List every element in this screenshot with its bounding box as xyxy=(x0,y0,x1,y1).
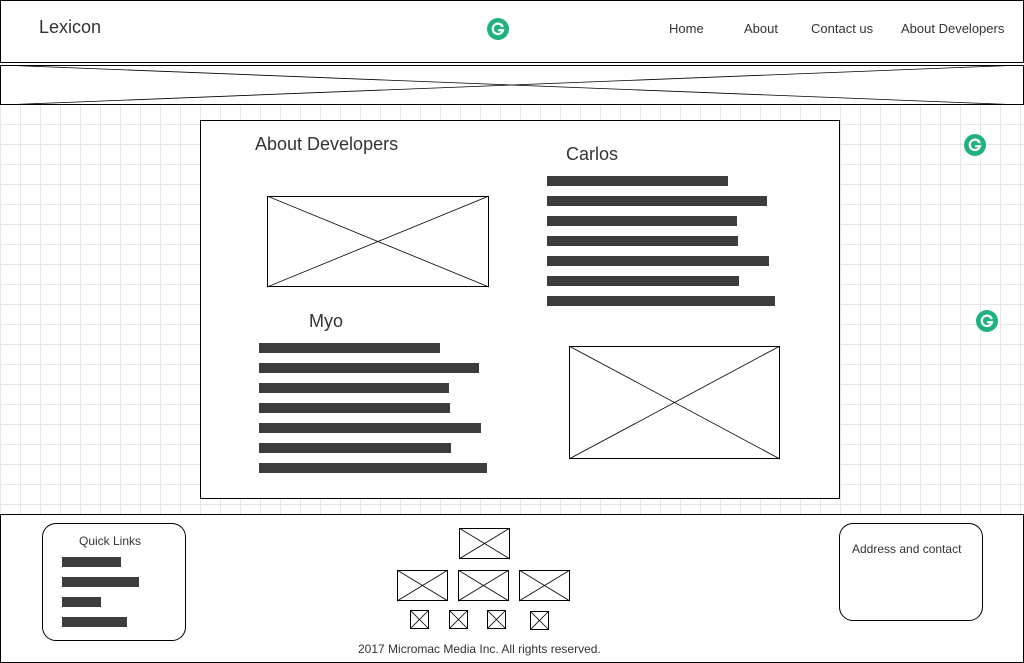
text-line xyxy=(547,176,728,186)
nav-contact-us[interactable]: Contact us xyxy=(811,21,873,36)
image-placeholder-icon[interactable] xyxy=(449,610,469,630)
text-line xyxy=(259,403,450,413)
text-line xyxy=(259,343,440,353)
carlos-photo-image-placeholder-icon xyxy=(267,196,490,288)
quick-links-card: Quick Links xyxy=(42,523,186,641)
image-placeholder-icon[interactable] xyxy=(519,570,571,602)
text-line xyxy=(547,296,775,306)
grammarly-icon[interactable] xyxy=(976,310,998,332)
myo-photo-image-placeholder-icon xyxy=(569,346,781,460)
address-contact-title: Address and contact xyxy=(852,542,962,556)
text-line xyxy=(547,236,738,246)
text-line xyxy=(259,423,481,433)
grammarly-icon[interactable] xyxy=(964,134,986,156)
image-placeholder-icon[interactable] xyxy=(397,570,449,602)
image-placeholder-icon[interactable] xyxy=(459,528,511,560)
text-line xyxy=(547,256,769,266)
text-line xyxy=(259,463,487,473)
quick-link[interactable] xyxy=(62,597,101,607)
nav-about-developers[interactable]: About Developers xyxy=(901,21,1004,36)
text-line xyxy=(259,443,451,453)
address-contact-card: Address and contact xyxy=(839,523,983,621)
text-line xyxy=(547,216,737,226)
image-placeholder-icon[interactable] xyxy=(530,611,550,631)
quick-links-title: Quick Links xyxy=(79,534,142,548)
copyright-text: 2017 Micromac Media Inc. All rights rese… xyxy=(358,642,601,656)
text-line xyxy=(547,276,739,286)
site-logo[interactable]: Lexicon xyxy=(39,17,101,38)
developers-panel: About Developers Carlos Myo xyxy=(200,120,840,499)
grammarly-icon[interactable] xyxy=(487,18,509,40)
quick-link[interactable] xyxy=(62,617,127,627)
text-line xyxy=(547,196,767,206)
image-placeholder-icon[interactable] xyxy=(410,610,430,630)
page-title: About Developers xyxy=(255,134,399,154)
text-line xyxy=(259,383,449,393)
nav-home[interactable]: Home xyxy=(669,21,704,36)
nav-about[interactable]: About xyxy=(744,21,778,36)
image-placeholder-icon[interactable] xyxy=(458,570,510,602)
hero-banner-image-placeholder-icon xyxy=(0,65,1024,105)
developer-name-myo: Myo xyxy=(309,311,344,331)
quick-link[interactable] xyxy=(62,577,139,587)
site-header: Lexicon Home About Contact us About Deve… xyxy=(0,0,1024,63)
text-line xyxy=(259,363,479,373)
quick-link[interactable] xyxy=(62,557,121,567)
image-placeholder-icon[interactable] xyxy=(487,610,507,630)
developer-name-carlos: Carlos xyxy=(566,144,619,164)
